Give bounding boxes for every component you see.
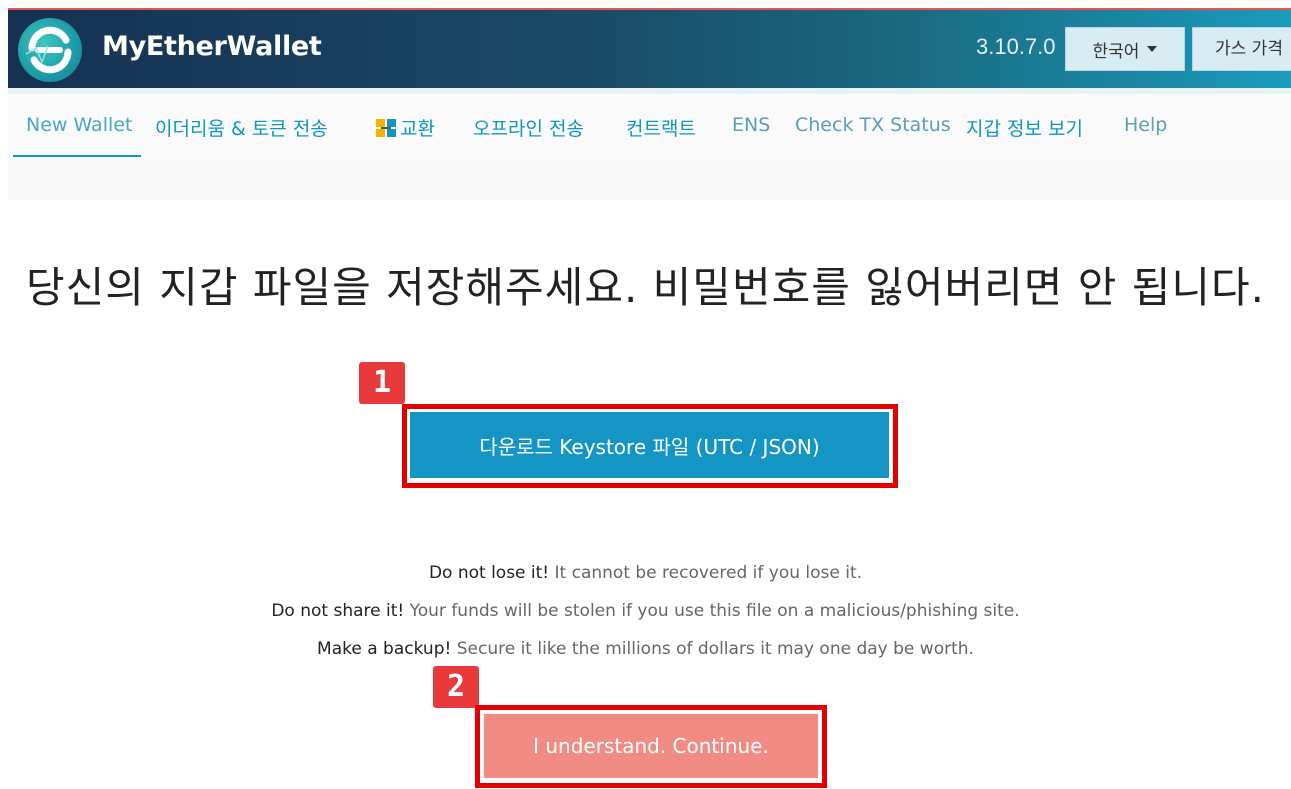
step-marker-2: 2: [433, 666, 479, 708]
version-label: 3.10.7.0: [976, 34, 1056, 59]
nav-tab-swap-label: 교환: [400, 118, 435, 140]
gas-price-label: 가스 가격: [1215, 39, 1283, 59]
page-title: 당신의 지갑 파일을 저장해주세요. 비밀번호를 잃어버리면 안 됩니다.: [25, 263, 1266, 312]
warning-line-1: Do not lose it! It cannot be recovered i…: [0, 563, 1291, 583]
warning-1-text: It cannot be recovered if you lose it.: [549, 563, 863, 583]
logo-icon[interactable]: [18, 18, 82, 82]
nav-tab-contracts[interactable]: 컨트랙트: [626, 114, 696, 141]
warning-line-2: Do not share it! Your funds will be stol…: [0, 601, 1291, 621]
nav-tab-offline[interactable]: 오프라인 전송: [473, 114, 584, 141]
gas-price-button[interactable]: 가스 가격: [1192, 27, 1291, 71]
nav-tab-send[interactable]: 이더리움 & 토큰 전송: [155, 114, 328, 141]
step-marker-1: 1: [359, 362, 405, 404]
caret-down-icon: [1147, 46, 1158, 52]
warning-2-text: Your funds will be stolen if you use thi…: [404, 601, 1020, 621]
nav-bottom-band: [8, 158, 1291, 200]
nav-tab-view-wallet[interactable]: 지갑 정보 보기: [966, 114, 1083, 141]
continue-button[interactable]: I understand. Continue.: [484, 714, 818, 778]
active-tab-underline: [13, 155, 141, 157]
nav-tab-new-wallet[interactable]: New Wallet: [26, 114, 132, 136]
language-label: 한국어: [1092, 41, 1140, 62]
warning-3-bold: Make a backup!: [317, 639, 452, 659]
swap-icon: [376, 119, 396, 137]
brand-name[interactable]: MyEtherWallet: [102, 31, 322, 62]
nav-tab-help[interactable]: Help: [1124, 114, 1167, 136]
nav-tab-ens[interactable]: ENS: [732, 114, 770, 136]
warning-3-text: Secure it like the millions of dollars i…: [451, 639, 974, 659]
app-header: MyEtherWallet 3.10.7.0 한국어 가스 가격: [8, 10, 1291, 88]
nav-tab-swap[interactable]: 교환: [375, 114, 435, 141]
download-keystore-button[interactable]: 다운로드 Keystore 파일 (UTC / JSON): [410, 412, 889, 478]
language-dropdown[interactable]: 한국어: [1065, 27, 1185, 71]
nav-tab-check-tx[interactable]: Check TX Status: [795, 114, 951, 136]
warning-2-bold: Do not share it!: [271, 601, 405, 621]
main-nav: New Wallet 이더리움 & 토큰 전송 교환 오프라인 전송 컨트랙트 …: [8, 94, 1291, 200]
warning-1-bold: Do not lose it!: [428, 563, 550, 583]
warning-line-3: Make a backup! Secure it like the millio…: [0, 639, 1291, 659]
